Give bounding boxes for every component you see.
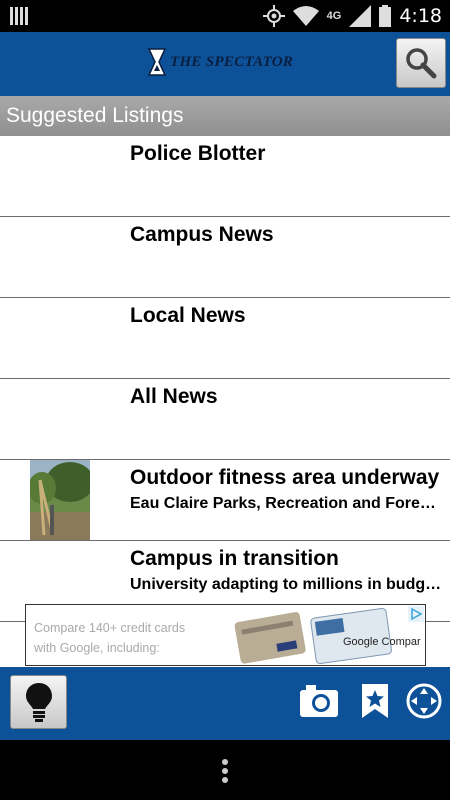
signal-icon	[349, 5, 372, 27]
ad-text: Compare 140+ credit cards with Google, i…	[34, 618, 185, 658]
network-type: 4G	[326, 10, 342, 22]
listing-title: Outdoor fitness area underway	[130, 466, 440, 489]
list-item[interactable]: Police Blotter	[0, 136, 450, 217]
ad-line-2: with Google, including:	[34, 641, 160, 655]
navigation-icon[interactable]	[405, 682, 443, 720]
gps-icon	[262, 5, 285, 27]
notification-icon	[10, 7, 28, 25]
wifi-icon	[292, 6, 319, 26]
battery-icon	[379, 5, 392, 27]
bottom-toolbar	[0, 667, 450, 740]
listing-title: Campus in transition	[130, 547, 339, 570]
list-item[interactable]: Outdoor fitness area underway Eau Claire…	[0, 460, 450, 541]
ad-brand: Google Compare	[343, 636, 421, 648]
ad-banner[interactable]: Compare 140+ credit cards with Google, i…	[25, 604, 426, 666]
app-title: THE SPECTATOR	[170, 53, 294, 70]
section-header: Suggested Listings	[0, 96, 450, 136]
app-logo: THE SPECTATOR	[146, 47, 293, 77]
listing-title: Campus News	[130, 223, 274, 246]
ad-choices-icon[interactable]	[408, 606, 424, 622]
app-header: THE SPECTATOR	[0, 32, 450, 96]
listings: Police Blotter Campus News Local News Al…	[0, 136, 450, 622]
listing-title: Police Blotter	[130, 142, 266, 165]
list-item[interactable]: All News	[0, 379, 450, 460]
article-thumbnail	[30, 460, 90, 540]
list-item[interactable]: Local News	[0, 298, 450, 379]
listing-subtitle: Eau Claire Parks, Recreation and Forestr…	[130, 495, 444, 512]
system-nav-bar	[0, 740, 450, 800]
search-button[interactable]	[396, 38, 446, 88]
tips-button[interactable]	[10, 675, 67, 729]
list-item[interactable]: Campus News	[0, 217, 450, 298]
camera-icon[interactable]	[299, 683, 339, 719]
overflow-menu-icon[interactable]	[218, 758, 232, 784]
ad-line-1: Compare 140+ credit cards	[34, 621, 186, 635]
status-bar: 4G 4:18	[0, 0, 450, 32]
listing-title: All News	[130, 385, 218, 408]
hourglass-logo-icon	[147, 48, 167, 76]
lightbulb-icon	[25, 683, 52, 722]
listing-title: Local News	[130, 304, 246, 327]
credit-cards-image: Google Compare	[234, 607, 421, 665]
clock: 4:18	[399, 5, 442, 27]
search-icon	[406, 48, 437, 79]
bookmark-star-icon[interactable]	[360, 683, 390, 719]
listing-subtitle: University adapting to millions in budge…	[130, 576, 444, 593]
